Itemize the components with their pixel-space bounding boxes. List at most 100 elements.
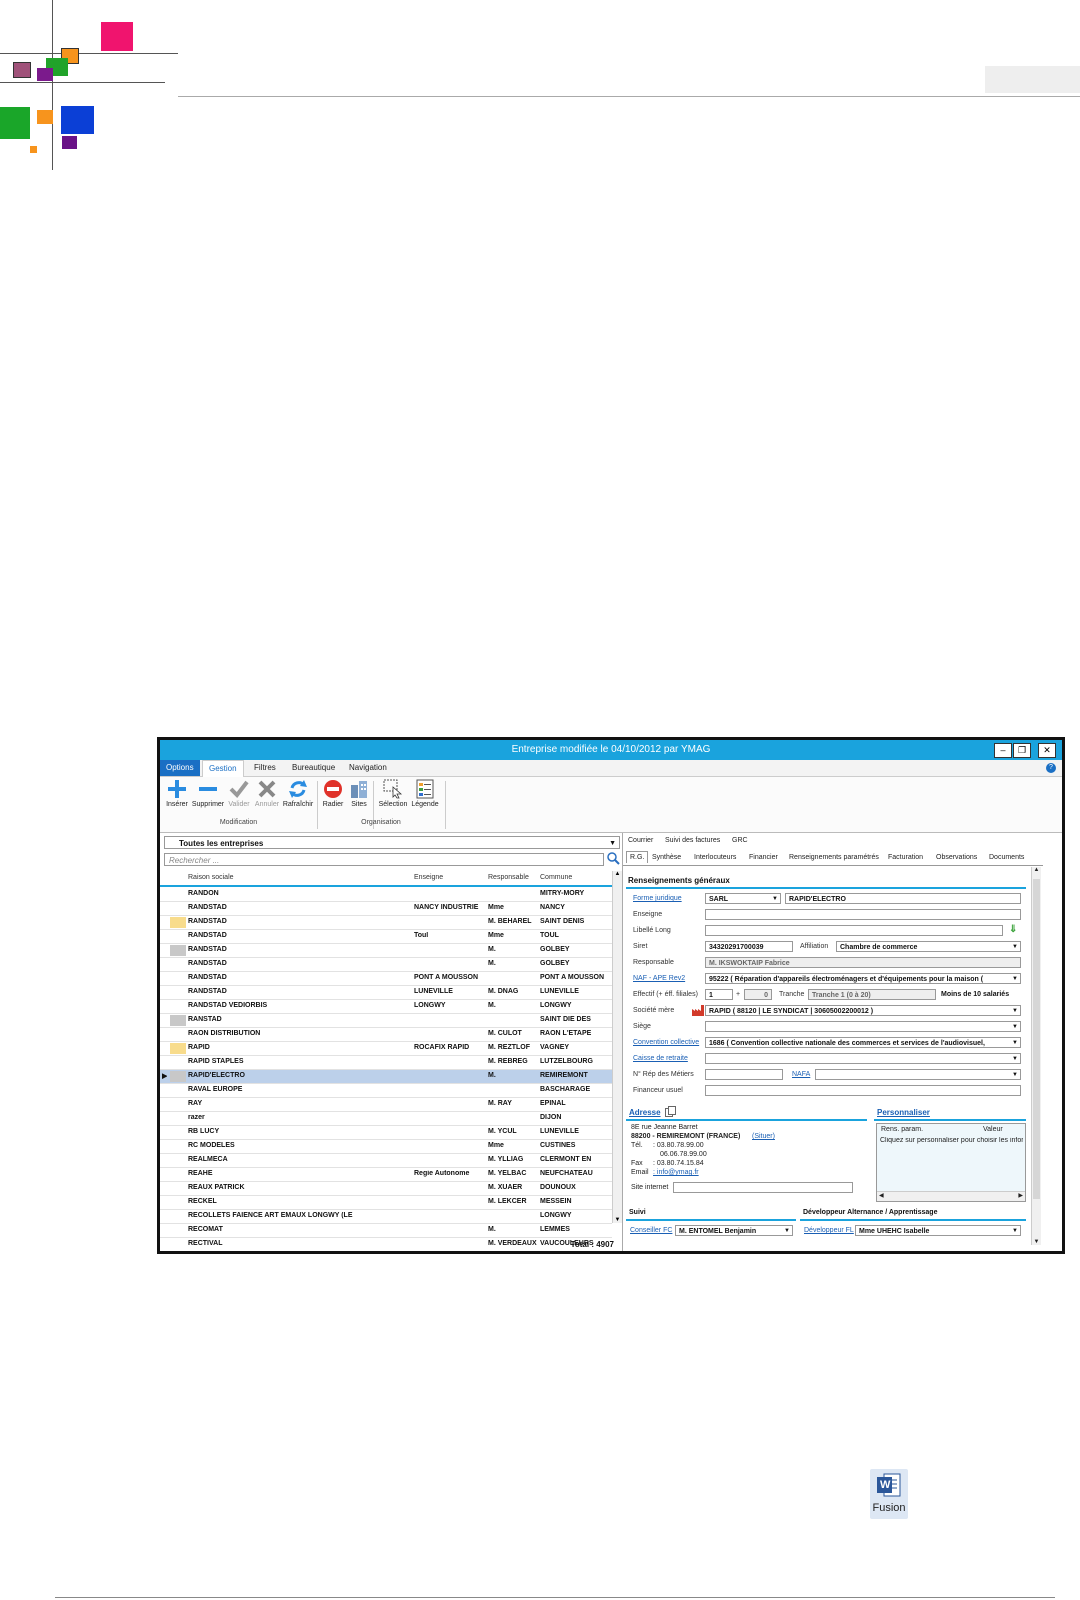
- col-commune[interactable]: Commune: [540, 874, 572, 881]
- tab-renseignements[interactable]: Renseignements paramétrés: [789, 854, 879, 861]
- table-row[interactable]: RECTIVAL M. VERDEAUX VAUCOULEURS: [160, 1238, 612, 1251]
- table-row[interactable]: RANDSTAD M. GOLBEY: [160, 944, 612, 958]
- affiliation-select[interactable]: Chambre de commerce ▼: [836, 941, 1021, 952]
- minimize-button[interactable]: –: [994, 743, 1012, 758]
- col-raison-sociale[interactable]: Raison sociale: [188, 874, 234, 881]
- table-row[interactable]: RANDSTAD NANCY INDUSTRIE Mme NANCY: [160, 902, 612, 916]
- insert-button[interactable]: Insérer: [163, 779, 191, 808]
- table-row[interactable]: RANDSTAD VEDIORBIS LONGWY M. LONGWY: [160, 1000, 612, 1014]
- restore-button[interactable]: ❐: [1013, 743, 1031, 758]
- filter-dropdown[interactable]: Toutes les entreprises ▼: [164, 836, 620, 849]
- table-row[interactable]: ▶ RAPID'ELECTRO M. REMIREMONT: [160, 1070, 612, 1084]
- table-row[interactable]: REALMECA M. YLLIAG CLERMONT EN: [160, 1154, 612, 1168]
- convention-collective-select[interactable]: 1686 ( Convention collective nationale d…: [705, 1037, 1021, 1048]
- refresh-button[interactable]: Rafraîchir: [282, 779, 314, 808]
- conseiller-fc-link[interactable]: Conseiller FC: [630, 1227, 672, 1234]
- scroll-left-icon[interactable]: ◀: [879, 1192, 884, 1199]
- developpeur-fl-select[interactable]: Mme UHEHC Isabelle ▼: [855, 1225, 1021, 1236]
- siege-select[interactable]: ▼: [705, 1021, 1021, 1032]
- societe-mere-select[interactable]: RAPID ( 88120 | LE SYNDICAT | 3060500220…: [705, 1005, 1021, 1016]
- help-icon[interactable]: ?: [1046, 763, 1056, 773]
- scroll-right-icon[interactable]: ▶: [1018, 1192, 1023, 1199]
- factory-icon[interactable]: [692, 1005, 704, 1016]
- scroll-up-icon[interactable]: ▲: [613, 871, 622, 877]
- tab-bureautique[interactable]: Bureautique: [286, 760, 341, 776]
- scroll-up-icon[interactable]: ▲: [1032, 867, 1041, 873]
- arrow-down-icon[interactable]: ⇓: [1009, 924, 1017, 935]
- cancel-button[interactable]: Annuler: [253, 779, 281, 808]
- table-row[interactable]: RAPID STAPLES M. REBREG LUTZELBOURG: [160, 1056, 612, 1070]
- email-link[interactable]: : info@ymag.fr: [653, 1169, 699, 1176]
- developpeur-fl-link[interactable]: Développeur FL: [804, 1227, 854, 1234]
- close-button[interactable]: ✕: [1038, 743, 1056, 758]
- table-row[interactable]: REAUX PATRICK M. XUAER DOUNOUX: [160, 1182, 612, 1196]
- site-internet-field[interactable]: [673, 1182, 853, 1193]
- tab-suivi-factures[interactable]: Suivi des factures: [665, 837, 720, 844]
- situer-link[interactable]: (Situer): [752, 1133, 775, 1140]
- tab-gestion[interactable]: Gestion: [202, 760, 244, 777]
- perso-hscroll[interactable]: ◀ ▶: [877, 1191, 1025, 1201]
- table-row[interactable]: RECOLLETS FAIENCE ART EMAUX LONGWY (LE LO…: [160, 1210, 612, 1224]
- search-input[interactable]: Rechercher ...: [164, 853, 604, 866]
- detail-scrollbar[interactable]: ▲ ▼: [1031, 867, 1041, 1245]
- table-row[interactable]: RAPID ROCAFIX RAPID M. REZTLOF VAGNEY: [160, 1042, 612, 1056]
- table-row[interactable]: razer DIJON: [160, 1112, 612, 1126]
- tab-grc[interactable]: GRC: [732, 837, 748, 844]
- table-row[interactable]: RANDON MITRY-MORY: [160, 888, 612, 902]
- tab-financier[interactable]: Financier: [749, 854, 778, 861]
- scroll-down-icon[interactable]: ▼: [613, 1217, 622, 1223]
- fusion-button[interactable]: W Fusion: [870, 1469, 908, 1519]
- scroll-down-icon[interactable]: ▼: [1032, 1239, 1041, 1245]
- table-row[interactable]: RANDSTAD LUNEVILLE M. DNAG LUNEVILLE: [160, 986, 612, 1000]
- naf-select[interactable]: 95222 ( Réparation d'appareils électromé…: [705, 973, 1021, 984]
- scroll-thumb[interactable]: [1033, 879, 1040, 1199]
- search-icon[interactable]: [607, 852, 620, 865]
- delete-button[interactable]: Supprimer: [191, 779, 225, 808]
- table-row[interactable]: RANSTAD SAINT DIE DES: [160, 1014, 612, 1028]
- table-row[interactable]: RANDSTAD M. GOLBEY: [160, 958, 612, 972]
- tab-filtres[interactable]: Filtres: [248, 760, 282, 776]
- validate-button[interactable]: Valider: [225, 779, 253, 808]
- copy-icon[interactable]: [665, 1106, 676, 1117]
- table-row[interactable]: RAVAL EUROPE BASCHARAGE: [160, 1084, 612, 1098]
- convention-collective-link[interactable]: Convention collective: [633, 1039, 699, 1046]
- table-row[interactable]: RC MODELES Mme CUSTINES: [160, 1140, 612, 1154]
- tab-observations[interactable]: Observations: [936, 854, 977, 861]
- caisse-retraite-select[interactable]: ▼: [705, 1053, 1021, 1064]
- caisse-retraite-link[interactable]: Caisse de retraite: [633, 1055, 688, 1062]
- personnaliser-link[interactable]: Personnaliser: [877, 1108, 930, 1117]
- tab-documents[interactable]: Documents: [989, 854, 1024, 861]
- raison-sociale-field[interactable]: RAPID'ELECTRO: [785, 893, 1021, 904]
- tab-rg[interactable]: R.G.: [626, 851, 649, 863]
- tab-navigation[interactable]: Navigation: [343, 760, 393, 776]
- table-row[interactable]: REAHE Regie Autonome M. YELBAC NEUFCHATEAU: [160, 1168, 612, 1182]
- nafa-link[interactable]: NAFA: [792, 1071, 810, 1078]
- financeur-field[interactable]: [705, 1085, 1021, 1096]
- naf-link[interactable]: NAF - APE Rev2: [633, 975, 685, 982]
- forme-juridique-select[interactable]: SARL ▼: [705, 893, 781, 904]
- table-row[interactable]: RAY M. RAY EPINAL: [160, 1098, 612, 1112]
- table-row[interactable]: RANDSTAD Toul Mme TOUL: [160, 930, 612, 944]
- effectif-field[interactable]: 1: [705, 989, 733, 1000]
- rep-metiers-field[interactable]: [705, 1069, 783, 1080]
- libelle-long-field[interactable]: [705, 925, 1003, 936]
- table-row[interactable]: RECOMAT M. LEMMES: [160, 1224, 612, 1238]
- tab-options[interactable]: Options: [160, 760, 200, 776]
- siret-field[interactable]: 34320291700039: [705, 941, 793, 952]
- tab-interlocuteurs[interactable]: Interlocuteurs: [694, 854, 736, 861]
- col-enseigne[interactable]: Enseigne: [414, 874, 443, 881]
- selection-button[interactable]: Sélection: [376, 779, 410, 808]
- table-row[interactable]: RANDSTAD PONT A MOUSSON PONT A MOUSSON: [160, 972, 612, 986]
- table-row[interactable]: RAON DISTRIBUTION M. CULOT RAON L'ETAPE: [160, 1028, 612, 1042]
- table-row[interactable]: RECKEL M. LEKCER MESSEIN: [160, 1196, 612, 1210]
- sites-button[interactable]: Sites: [345, 779, 373, 808]
- tab-facturation[interactable]: Facturation: [888, 854, 923, 861]
- legend-button[interactable]: Légende: [410, 779, 440, 808]
- forme-juridique-link[interactable]: Forme juridique: [633, 895, 682, 902]
- table-row[interactable]: RANDSTAD M. BEHAREL SAINT DENIS: [160, 916, 612, 930]
- list-scrollbar[interactable]: ▲ ▼: [612, 871, 622, 1223]
- enseigne-field[interactable]: [705, 909, 1021, 920]
- tab-courrier[interactable]: Courrier: [628, 837, 653, 844]
- conseiller-fc-select[interactable]: M. ENTOMEL Benjamin ▼: [675, 1225, 793, 1236]
- radier-button[interactable]: Radier: [319, 779, 347, 808]
